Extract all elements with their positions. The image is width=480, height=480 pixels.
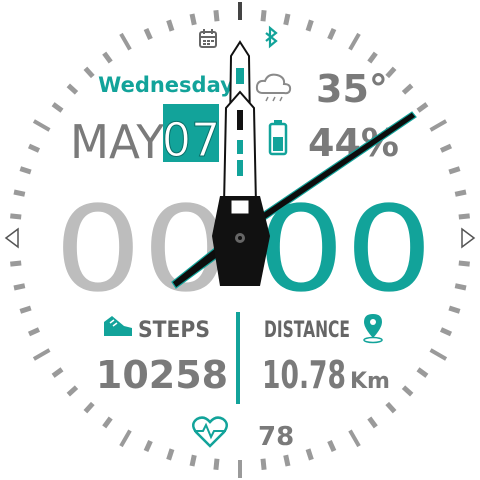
tick-mark [448, 166, 461, 175]
tick-mark [327, 439, 337, 453]
tick-mark [416, 367, 429, 378]
tick-mark [348, 429, 361, 448]
tick-mark [458, 260, 470, 267]
tick-mark [439, 327, 453, 337]
tick-mark [439, 143, 453, 153]
tick-mark [10, 213, 22, 220]
tick-mark [448, 305, 461, 314]
tick-mark [166, 448, 175, 461]
tick-mark [454, 283, 467, 291]
watch-face: Wednesday MAY 07 35° 44% 00 00 STEPS 102… [4, 2, 476, 478]
tick-mark [66, 385, 79, 397]
center-hub [212, 196, 270, 286]
tick-mark [283, 454, 291, 467]
tick-mark [429, 119, 448, 132]
tick-mark [385, 66, 397, 79]
tick-mark [429, 348, 448, 361]
tick-mark [19, 305, 32, 314]
tick-mark [143, 27, 153, 41]
distance-unit: Km [350, 369, 390, 394]
tick-mark [367, 51, 378, 64]
battery-icon[interactable] [268, 120, 288, 156]
tick-mark [102, 416, 113, 429]
tick-mark [260, 10, 267, 22]
cloud-rain-icon[interactable] [255, 73, 292, 102]
tick-mark [51, 367, 64, 378]
tick-mark [32, 348, 51, 361]
day-label: 07 [162, 113, 221, 167]
tick-mark [348, 32, 361, 51]
tick-mark [102, 51, 113, 64]
month-label: MAY [70, 115, 165, 169]
tick-mark [213, 458, 220, 470]
tick-mark [458, 213, 470, 220]
tick-mark [189, 13, 197, 26]
tick-mark [260, 458, 267, 470]
tick-mark [385, 401, 397, 414]
tick-mark [305, 19, 314, 32]
tick-mark [416, 102, 429, 113]
tick-mark [83, 401, 95, 414]
distance-label: DISTANCE [264, 318, 350, 343]
tick-mark [51, 102, 64, 113]
heart-rate-value: 78 [258, 422, 294, 452]
tick-mark [454, 189, 467, 197]
left-marker [4, 227, 19, 249]
right-marker [461, 227, 476, 249]
tick-mark [213, 10, 220, 22]
tick-mark [166, 19, 175, 32]
tick-mark [19, 166, 32, 175]
steps-value: 10258 [96, 353, 228, 397]
tick-mark [119, 32, 132, 51]
tick-mark [27, 327, 41, 337]
minute-hand [222, 90, 258, 206]
tick-mark [13, 283, 26, 291]
tick-mark [32, 119, 51, 132]
tick-mark [66, 83, 79, 95]
tick-mark [305, 448, 314, 461]
tick-mark [367, 416, 378, 429]
tick-mark [27, 143, 41, 153]
weekday-label: Wednesday [98, 73, 234, 97]
heart-rate-icon[interactable] [192, 416, 228, 448]
tick-mark [283, 13, 291, 26]
tick-mark [13, 189, 26, 197]
steps-label: STEPS [138, 318, 210, 343]
temperature-value: 35° [316, 67, 388, 111]
tick-mark [119, 429, 132, 448]
shoe-icon[interactable] [104, 316, 132, 336]
tick-mark [401, 385, 414, 397]
tick-mark [327, 27, 337, 41]
tick-mark [401, 83, 414, 95]
location-pin-icon[interactable] [363, 314, 383, 344]
stats-divider [236, 312, 240, 404]
tick-mark [189, 454, 197, 467]
bluetooth-icon [265, 25, 278, 49]
calendar-icon[interactable] [199, 29, 217, 48]
tick-mark [143, 439, 153, 453]
tick-mark [83, 66, 95, 79]
hours-value: 00 [54, 180, 230, 318]
tick-mark [10, 260, 22, 267]
distance-value: 10.78 [262, 353, 346, 397]
